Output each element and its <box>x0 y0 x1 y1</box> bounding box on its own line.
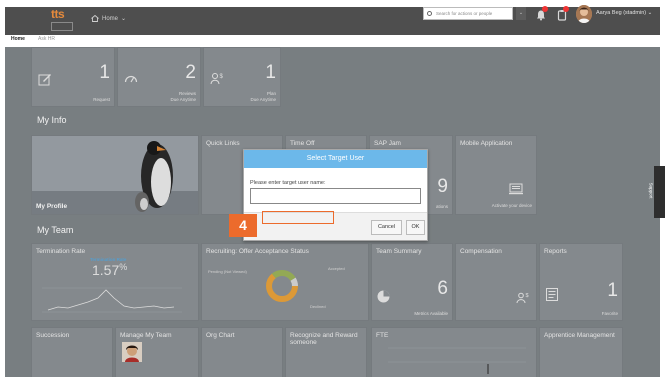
support-tab-label: Support <box>648 182 654 199</box>
company-logo[interactable]: tts <box>51 8 73 32</box>
cancel-button[interactable]: Cancel <box>371 220 402 235</box>
support-tab[interactable]: Support <box>648 166 665 218</box>
dialog-title: Select Target User <box>244 150 427 168</box>
select-target-user-dialog: Select Target User Please enter target u… <box>243 149 428 241</box>
sub-navigation: Home Ask HR <box>5 35 660 47</box>
home-menu[interactable]: Home ⌄ <box>91 15 126 22</box>
user-menu[interactable]: Aarya Beg (stadmin) ⌄ <box>596 10 652 16</box>
target-user-label: Please enter target user name: <box>250 180 326 186</box>
step-number-badge: 4 <box>229 214 257 237</box>
home-menu-label: Home <box>102 15 119 22</box>
subnav-item-ask-hr[interactable]: Ask HR <box>38 36 55 42</box>
chevron-down-icon: ⌄ <box>121 16 127 22</box>
logo-frame <box>51 22 73 31</box>
notification-badge <box>542 6 548 12</box>
chevron-down-icon: ⌄ <box>647 10 653 16</box>
search-input[interactable]: Search for actions or people <box>423 7 513 20</box>
search-icon <box>427 11 432 16</box>
ok-button[interactable]: OK <box>406 220 425 235</box>
step-highlight-box <box>262 211 334 224</box>
search-scope-dropdown[interactable]: ⌄ <box>516 7 526 20</box>
target-user-input[interactable] <box>250 188 421 204</box>
home-icon <box>91 15 99 22</box>
subnav-item-home[interactable]: Home <box>11 36 25 42</box>
user-photo-icon <box>576 5 592 23</box>
notifications-button[interactable] <box>535 6 548 21</box>
user-avatar[interactable] <box>576 5 592 23</box>
logo-text: tts <box>51 7 65 21</box>
todo-button[interactable] <box>556 6 569 21</box>
user-name-label: Aarya Beg (stadmin) <box>596 10 647 16</box>
todo-badge <box>563 6 569 12</box>
search-placeholder: Search for actions or people <box>436 11 493 16</box>
